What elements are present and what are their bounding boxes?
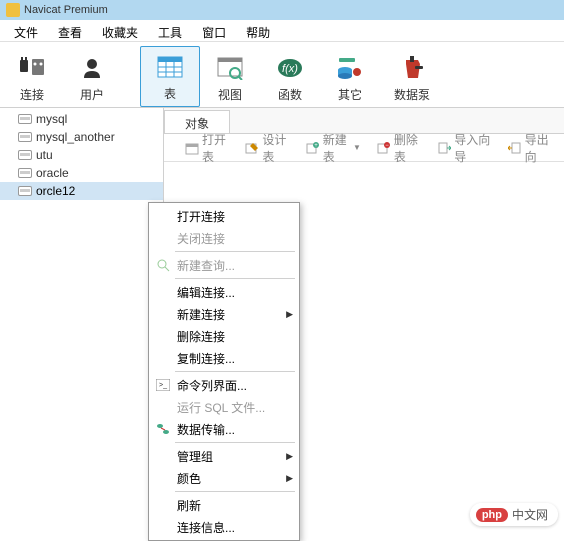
item-label: utu: [36, 148, 53, 162]
export-icon: [508, 141, 522, 155]
item-label: orcle12: [36, 184, 75, 198]
delete-table-button[interactable]: −删除表: [371, 129, 427, 167]
user-icon: [78, 54, 106, 82]
cm-new-connection[interactable]: 新建连接▶: [149, 303, 299, 325]
cm-edit-connection[interactable]: 编辑连接...: [149, 281, 299, 303]
design-table-button[interactable]: 设计表: [239, 129, 295, 167]
db-icon: [18, 132, 32, 142]
svg-text:f(x): f(x): [282, 63, 298, 75]
menu-file[interactable]: 文件: [4, 22, 48, 39]
connection-button[interactable]: 连接: [2, 46, 62, 107]
new-table-button[interactable]: +新建表▼: [300, 129, 367, 167]
submenu-arrow-icon: ▶: [286, 473, 293, 484]
db-icon: [18, 114, 32, 124]
submenu-arrow-icon: ▶: [286, 451, 293, 462]
item-label: mysql: [36, 112, 67, 126]
open-table-button[interactable]: 打开表: [179, 129, 235, 167]
connection-item-mysql[interactable]: mysql: [0, 110, 163, 128]
new-icon: +: [306, 141, 320, 155]
context-menu: 打开连接 关闭连接 新建查询... 编辑连接... 新建连接▶ 删除连接 复制连…: [148, 202, 300, 541]
cli-icon: >_: [155, 377, 171, 393]
svg-text:−: −: [385, 143, 389, 149]
toolbar-label: 表: [164, 85, 176, 102]
other-icon: [336, 54, 364, 82]
other-button[interactable]: 其它: [320, 46, 380, 107]
cm-refresh[interactable]: 刷新: [149, 494, 299, 516]
toolbar-label: 用户: [80, 86, 104, 103]
db-icon: [18, 186, 32, 196]
cm-close-connection: 关闭连接: [149, 227, 299, 249]
import-icon: [437, 141, 451, 155]
fx-icon: f(x): [276, 54, 304, 82]
plug-icon: [18, 54, 46, 82]
cm-data-transfer[interactable]: 数据传输...: [149, 418, 299, 440]
view-icon: [216, 54, 244, 82]
menu-favorites[interactable]: 收藏夹: [92, 22, 148, 39]
toolbar: 连接 用户 表 视图 f(x) 函数 其它 数据泵: [0, 42, 564, 108]
menu-tools[interactable]: 工具: [148, 22, 192, 39]
menu-bar: 文件 查看 收藏夹 工具 窗口 帮助: [0, 20, 564, 42]
menu-view[interactable]: 查看: [48, 22, 92, 39]
svg-text:+: +: [314, 143, 318, 149]
cm-run-sql: 运行 SQL 文件...: [149, 396, 299, 418]
view-button[interactable]: 视图: [200, 46, 260, 107]
watermark: php 中文网: [470, 503, 558, 526]
cm-color[interactable]: 颜色▶: [149, 467, 299, 489]
table-icon: [156, 53, 184, 81]
watermark-text: 中文网: [512, 506, 548, 523]
connection-item-orcle12[interactable]: orcle12: [0, 182, 163, 200]
sidebar: mysql mysql_another utu oracle orcle12: [0, 108, 164, 532]
table-button[interactable]: 表: [140, 46, 200, 107]
cm-new-query: 新建查询...: [149, 254, 299, 276]
db-icon: [18, 150, 32, 160]
cm-separator: [175, 491, 295, 492]
toolbar-label: 函数: [278, 86, 302, 103]
submenu-arrow-icon: ▶: [286, 309, 293, 320]
pump-icon: [398, 54, 426, 82]
toolbar-label: 连接: [20, 86, 44, 103]
app-icon: [6, 3, 20, 17]
cm-copy-connection[interactable]: 复制连接...: [149, 347, 299, 369]
toolbar-label: 数据泵: [394, 86, 430, 103]
pump-button[interactable]: 数据泵: [380, 46, 444, 107]
toolbar-label: 视图: [218, 86, 242, 103]
cm-delete-connection[interactable]: 删除连接: [149, 325, 299, 347]
cm-separator: [175, 371, 295, 372]
query-icon: [155, 257, 171, 273]
db-icon: [18, 168, 32, 178]
cm-separator: [175, 251, 295, 252]
watermark-badge: php: [476, 508, 508, 522]
chevron-down-icon: ▼: [353, 143, 361, 152]
cm-cli[interactable]: >_命令列界面...: [149, 374, 299, 396]
cm-separator: [175, 442, 295, 443]
item-label: mysql_another: [36, 130, 115, 144]
cm-connection-info[interactable]: 连接信息...: [149, 516, 299, 538]
function-button[interactable]: f(x) 函数: [260, 46, 320, 107]
app-title: Navicat Premium: [24, 4, 108, 16]
export-wizard-button[interactable]: 导出向: [502, 129, 558, 167]
transfer-icon: [155, 421, 171, 437]
import-wizard-button[interactable]: 导入向导: [431, 129, 497, 167]
item-label: oracle: [36, 166, 69, 180]
delete-icon: −: [377, 141, 391, 155]
cm-open-connection[interactable]: 打开连接: [149, 205, 299, 227]
connection-item-mysql-another[interactable]: mysql_another: [0, 128, 163, 146]
menu-window[interactable]: 窗口: [192, 22, 236, 39]
toolbar-label: 其它: [338, 86, 362, 103]
design-icon: [245, 141, 259, 155]
action-row: 打开表 设计表 +新建表▼ −删除表 导入向导 导出向: [164, 134, 564, 162]
open-icon: [185, 141, 199, 155]
connection-item-oracle[interactable]: oracle: [0, 164, 163, 182]
cm-separator: [175, 278, 295, 279]
user-button[interactable]: 用户: [62, 46, 122, 107]
cm-manage-group[interactable]: 管理组▶: [149, 445, 299, 467]
title-bar: Navicat Premium: [0, 0, 564, 20]
connection-item-utu[interactable]: utu: [0, 146, 163, 164]
menu-help[interactable]: 帮助: [236, 22, 280, 39]
svg-text:>_: >_: [159, 382, 167, 389]
